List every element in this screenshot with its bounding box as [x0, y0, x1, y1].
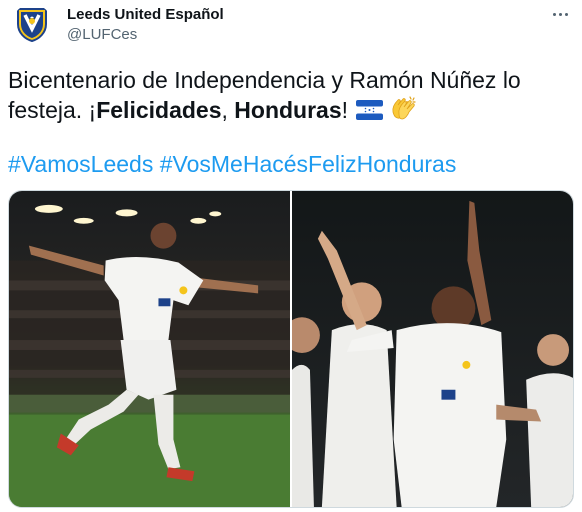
hashtags: #VamosLeeds #VosMeHacésFelizHonduras: [8, 149, 456, 179]
hashtag-vamosleeds[interactable]: #VamosLeeds: [8, 151, 153, 177]
tweet-text: Bicentenario de Independencia y Ramón Nú…: [8, 65, 568, 125]
more-horizontal-icon: [552, 12, 556, 16]
tweet-text-part: ,: [221, 97, 235, 123]
honduras-flag-icon: [356, 100, 384, 120]
more-options-button[interactable]: [550, 6, 570, 22]
photo-player-pointing-up[interactable]: [292, 191, 573, 507]
photo-image: [292, 191, 573, 507]
author-info[interactable]: Leeds United Español @LUFCes: [67, 6, 224, 44]
tweet-text-bold: Honduras: [234, 97, 342, 123]
leeds-crest-icon: [17, 8, 47, 43]
media-gallery: [8, 190, 574, 508]
author-name[interactable]: Leeds United Español: [67, 6, 224, 24]
tweet-text-bold: Felicidades: [96, 97, 222, 123]
photo-player-celebrating-running[interactable]: [9, 191, 290, 507]
photo-image: [9, 191, 290, 507]
hashtag-vosmehacesfelizhonduras[interactable]: #VosMeHacésFelizHonduras: [160, 151, 457, 177]
tweet-card: Leeds United Español @LUFCes Bicentenari…: [0, 0, 582, 512]
clapping-hands-icon: [392, 96, 416, 120]
author-handle[interactable]: @LUFCes: [67, 26, 224, 44]
tweet-text-part: !: [341, 97, 349, 123]
author-avatar[interactable]: [12, 4, 52, 44]
